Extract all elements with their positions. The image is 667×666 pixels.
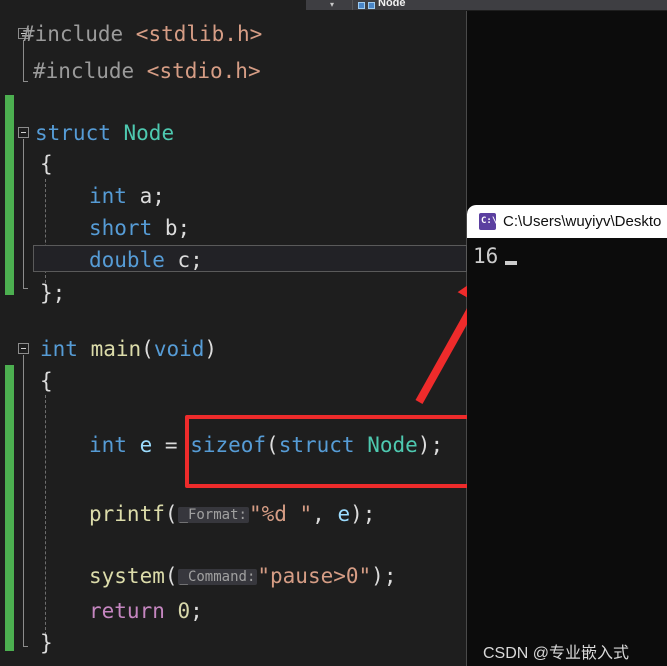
code-line[interactable]: short b; [0, 216, 190, 240]
code-line[interactable]: { [0, 152, 53, 176]
code-token: system [89, 564, 165, 588]
code-editor[interactable]: #include <stdlib.h> #include <stdio.h> str… [0, 11, 667, 666]
code-token: Node [123, 121, 175, 145]
code-token: short [89, 216, 153, 240]
member-icon [368, 1, 375, 9]
code-token: ); [371, 564, 397, 588]
code-token: 0 [177, 599, 191, 623]
console-window[interactable]: C:\Users\wuyiyv\Deskto 16 [467, 205, 667, 666]
navigation-bar-label: Node [378, 0, 406, 9]
code-token: return [89, 599, 165, 623]
console-cursor [505, 261, 517, 265]
code-token: <stdio.h> [146, 59, 261, 83]
code-line[interactable]: printf(_Format:"%d ", e); [0, 502, 375, 529]
code-token: { [40, 369, 53, 393]
code-token: e [139, 433, 153, 457]
navigation-bar-scope[interactable]: Node [358, 0, 406, 10]
code-line[interactable]: system(_Command:"pause>0"); [0, 564, 396, 591]
code-token: int [40, 337, 78, 361]
code-line[interactable]: int a; [0, 184, 165, 208]
code-token: printf [89, 502, 165, 526]
console-output-area[interactable]: 16 [467, 238, 667, 666]
toolbar: ▾ Node [0, 0, 667, 11]
code-line[interactable]: #include <stdlib.h> [0, 22, 262, 46]
chevron-down-icon[interactable]: ▾ [330, 1, 334, 9]
code-line[interactable]: return 0; [0, 599, 203, 623]
vs-editor-screenshot: ▾ Node #include <stdlib.h> #include <stdi… [0, 0, 667, 666]
code-token: int [89, 433, 127, 457]
code-line[interactable]: } [0, 631, 53, 655]
code-token: } [40, 631, 53, 655]
code-token: e [337, 502, 351, 526]
code-token: b; [164, 216, 191, 240]
struct-icon [358, 1, 365, 9]
code-token: c; [177, 248, 203, 272]
console-title-text: C:\Users\wuyiyv\Deskto [503, 213, 662, 230]
code-token: ) [204, 337, 218, 361]
code-token: struct [35, 121, 124, 145]
cmd-icon [479, 213, 497, 230]
code-line[interactable]: struct Node [0, 121, 174, 145]
annotation-highlight-box [185, 415, 480, 488]
code-token: ); [350, 502, 376, 526]
code-token: int [89, 184, 127, 208]
code-token: , [312, 502, 338, 526]
code-token: #include [22, 22, 136, 46]
code-token: ( [164, 502, 178, 526]
code-token: ( [164, 564, 178, 588]
code-token: { [40, 152, 53, 176]
toolbar-separator [352, 0, 353, 10]
code-token: double [89, 248, 165, 272]
code-token: ; [190, 599, 203, 623]
parameter-hint: _Format: [177, 507, 249, 523]
code-token: main [90, 337, 142, 361]
code-line[interactable]: int main(void) [0, 337, 217, 361]
console-output-text: 16 [473, 244, 499, 268]
code-token: void [153, 337, 205, 361]
code-line[interactable]: double c; [0, 248, 203, 272]
code-token: "pause>0" [257, 564, 372, 588]
code-token: "%d " [248, 502, 313, 526]
code-token: ( [141, 337, 154, 361]
code-line[interactable]: #include <stdio.h> [0, 59, 261, 83]
watermark: CSDN @专业嵌入式 [483, 645, 630, 662]
code-token: a; [139, 184, 165, 208]
code-line[interactable]: }; [0, 281, 65, 305]
code-token: <stdlib.h> [135, 22, 263, 46]
code-token: #include [33, 59, 147, 83]
parameter-hint: _Command: [177, 569, 258, 585]
console-title-bar[interactable]: C:\Users\wuyiyv\Deskto [467, 205, 667, 238]
code-token: }; [40, 281, 66, 305]
code-line[interactable]: { [0, 369, 53, 393]
